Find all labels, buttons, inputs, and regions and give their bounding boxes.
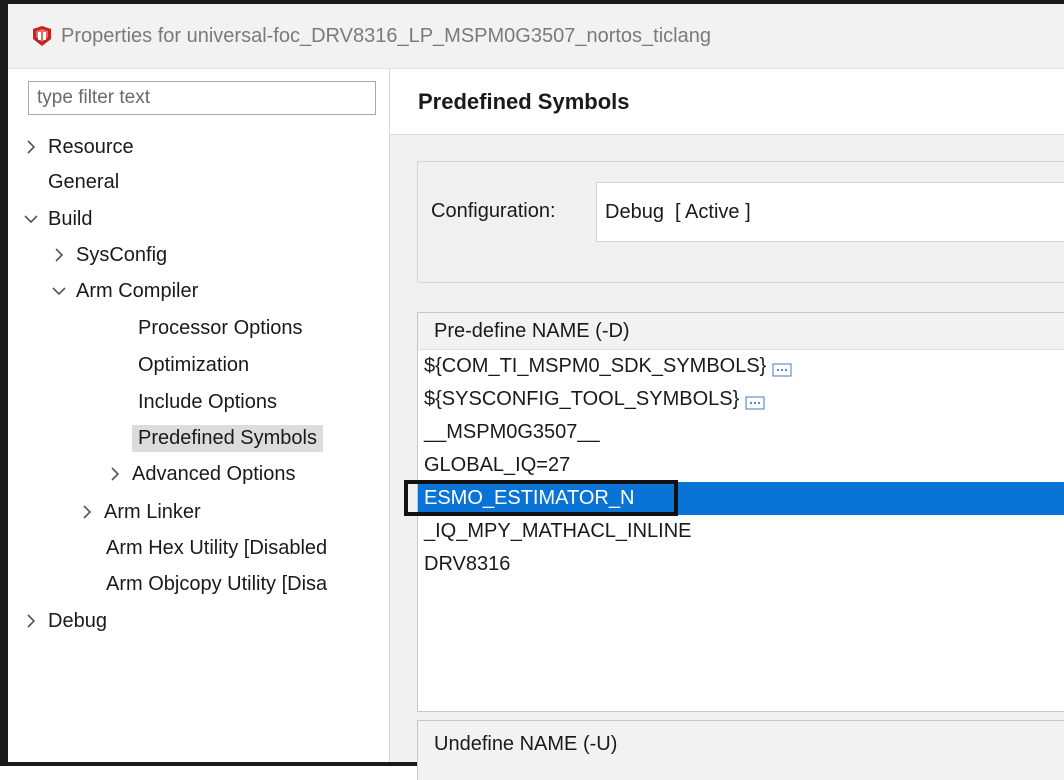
tree-item-optimization[interactable]: Optimization <box>138 348 249 382</box>
chevron-right-icon[interactable] <box>20 614 42 628</box>
tree-item-include-options[interactable]: Include Options <box>138 385 277 419</box>
tree-item-general[interactable]: General <box>48 165 119 199</box>
tree-item-arm-compiler[interactable]: Arm Compiler <box>48 274 198 308</box>
tree-item-label: Predefined Symbols <box>132 424 323 452</box>
predefine-list-header: Pre-define NAME (-D) <box>418 313 1064 350</box>
tree-item-arm-objcopy-utility[interactable]: Arm Objcopy Utility [Disa <box>106 567 384 601</box>
list-item[interactable]: ${COM_TI_MSPM0_SDK_SYMBOLS} <box>418 350 1064 383</box>
filter-input[interactable] <box>28 81 376 115</box>
configuration-value: Debug [ Active ] <box>605 201 751 223</box>
chevron-down-icon[interactable] <box>20 214 42 224</box>
chevron-right-icon[interactable] <box>76 505 98 519</box>
tree-item-label: Optimization <box>138 353 250 376</box>
chevron-right-icon[interactable] <box>48 248 70 262</box>
tree-item-build[interactable]: Build <box>20 202 92 236</box>
tree-item-label: SysConfig <box>76 243 168 266</box>
tree-item-predefined-symbols[interactable]: Predefined Symbols <box>132 421 323 455</box>
list-item-text: DRV8316 <box>424 553 511 575</box>
tree-item-arm-hex-utility[interactable]: Arm Hex Utility [Disabled <box>106 531 384 565</box>
list-item[interactable]: GLOBAL_IQ=27 <box>418 449 1064 482</box>
tree-item-label: Arm Hex Utility [Disabled <box>106 536 328 559</box>
properties-window: Properties for universal-foc_DRV8316_LP_… <box>0 0 1064 780</box>
tree-item-processor-options[interactable]: Processor Options <box>138 311 303 345</box>
tree-item-label: Include Options <box>138 390 277 413</box>
window-title: Properties for universal-foc_DRV8316_LP_… <box>61 24 711 47</box>
list-item-text: GLOBAL_IQ=27 <box>424 454 571 476</box>
list-item[interactable]: DRV8316 <box>418 548 1064 581</box>
list-item-text: _IQ_MPY_MATHACL_INLINE <box>424 520 692 542</box>
tree-item-arm-linker[interactable]: Arm Linker <box>76 495 201 529</box>
configuration-label: Configuration: <box>431 200 556 222</box>
list-item-text: ${SYSCONFIG_TOOL_SYMBOLS} <box>424 388 740 410</box>
list-item[interactable]: ${SYSCONFIG_TOOL_SYMBOLS} <box>418 383 1064 416</box>
list-item-text: ESMO_ESTIMATOR_N <box>424 487 635 509</box>
tree-item-advanced-options[interactable]: Advanced Options <box>104 457 295 491</box>
undefine-list[interactable]: Undefine NAME (-U) <box>417 720 1064 780</box>
predefine-list[interactable]: Pre-define NAME (-D) ${COM_TI_MSPM0_SDK_… <box>404 312 1064 712</box>
chevron-right-icon[interactable] <box>104 467 126 481</box>
list-item-selected[interactable]: ESMO_ESTIMATOR_N <box>404 480 1064 516</box>
tree-item-label: Processor Options <box>138 316 303 339</box>
tree-item-label: Advanced Options <box>132 462 296 485</box>
tree-item-label: Arm Compiler <box>76 279 199 302</box>
chevron-right-icon[interactable] <box>20 140 42 154</box>
tree-item-debug[interactable]: Debug <box>20 604 107 638</box>
undefine-list-header: Undefine NAME (-U) <box>434 733 618 755</box>
list-item-text: ${COM_TI_MSPM0_SDK_SYMBOLS} <box>424 355 767 377</box>
configuration-select[interactable]: Debug [ Active ] <box>596 182 1064 242</box>
page-header: Predefined Symbols <box>390 69 1064 135</box>
ti-logo-icon <box>29 23 55 49</box>
navigation-pane: Resource General Build SysConfig Arm Com… <box>8 69 390 762</box>
title-bar: Properties for universal-foc_DRV8316_LP_… <box>8 4 1064 69</box>
page-title: Predefined Symbols <box>418 89 630 114</box>
ellipsis-icon[interactable] <box>745 393 765 409</box>
tree-item-label: Resource <box>48 135 134 158</box>
tree-item-resource[interactable]: Resource <box>20 130 134 164</box>
tree-item-label: Arm Objcopy Utility [Disa <box>106 572 328 595</box>
chevron-down-icon[interactable] <box>48 286 70 296</box>
tree-item-sysconfig[interactable]: SysConfig <box>48 238 167 272</box>
tree-item-label: Debug <box>48 609 107 632</box>
tree-item-label: General <box>48 170 120 193</box>
tree-item-label: Build <box>48 207 93 230</box>
configuration-group: Configuration: Debug [ Active ] <box>417 161 1064 283</box>
list-item[interactable]: __MSPM0G3507__ <box>418 416 1064 449</box>
tree-item-label: Arm Linker <box>104 500 201 523</box>
ellipsis-icon[interactable] <box>772 360 792 376</box>
list-item[interactable]: _IQ_MPY_MATHACL_INLINE <box>418 515 1064 548</box>
property-page: Predefined Symbols Configuration: Debug … <box>390 69 1064 780</box>
list-item-text: __MSPM0G3507__ <box>424 421 600 443</box>
